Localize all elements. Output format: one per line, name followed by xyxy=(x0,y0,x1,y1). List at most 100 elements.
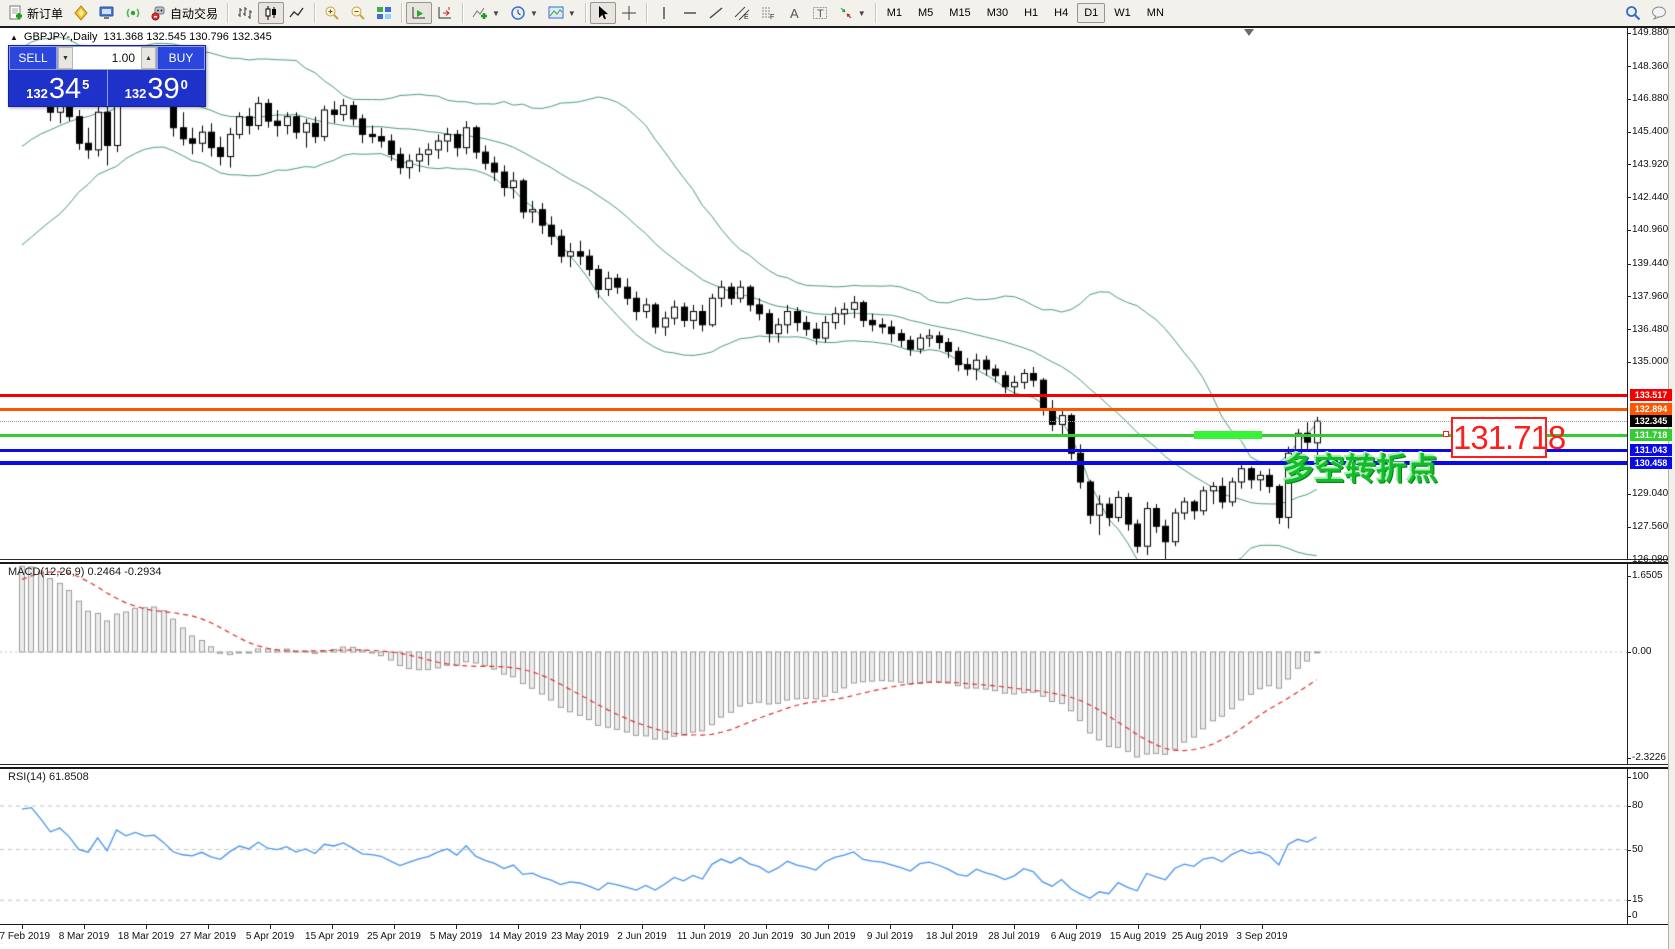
date-tick-label: 25 Apr 2019 xyxy=(367,931,421,942)
date-tick-mark xyxy=(642,925,643,929)
auto-scroll-button[interactable] xyxy=(406,2,432,24)
fibonacci-button[interactable]: F xyxy=(755,2,781,24)
volume-increase-button[interactable]: ▲ xyxy=(141,47,156,69)
price-tick-mark xyxy=(1627,527,1631,528)
timeframe-h4-button[interactable]: H4 xyxy=(1047,3,1075,23)
tile-windows-button[interactable] xyxy=(371,2,397,24)
callout-anchor[interactable] xyxy=(1443,431,1449,437)
price-tick-mark xyxy=(1627,264,1631,265)
broadcast-button[interactable] xyxy=(120,2,146,24)
rsi-label: RSI(14) 61.8508 xyxy=(8,771,89,783)
price-tick-mark xyxy=(1627,230,1631,231)
turning-point-note[interactable]: 多空转折点 xyxy=(1283,444,1438,489)
periods-button[interactable]: ▼ xyxy=(505,2,543,24)
toolbar-separator xyxy=(646,3,647,23)
sell-button[interactable]: SELL xyxy=(9,46,57,70)
volume-input[interactable]: 1.00 xyxy=(73,47,141,69)
timeframe-w1-button[interactable]: W1 xyxy=(1107,3,1138,23)
date-tick-mark xyxy=(394,925,395,929)
sell-price[interactable]: 132 34 5 xyxy=(9,70,108,106)
toolbar-separator xyxy=(585,3,586,23)
auto-trading-button[interactable]: 自动交易 xyxy=(146,2,223,24)
timeframe-m15-button[interactable]: M15 xyxy=(942,3,977,23)
timeframe-d1-button[interactable]: D1 xyxy=(1077,3,1105,23)
date-tick-mark xyxy=(518,925,519,929)
price-level-badge: 133.517 xyxy=(1630,389,1672,401)
rsi-tick-mark xyxy=(1627,916,1631,917)
collapse-panel-icon[interactable]: ▲ xyxy=(10,33,18,42)
price-tick-label: 145.400 xyxy=(1632,126,1668,137)
arrows-button[interactable]: ▼ xyxy=(833,2,871,24)
templates-button[interactable]: ▼ xyxy=(543,2,581,24)
volume-decrease-button[interactable]: ▼ xyxy=(58,47,73,69)
symbol-header: ▲ GBPJPY-,Daily 131.368 132.545 130.796 … xyxy=(10,31,272,43)
date-tick-mark xyxy=(1014,925,1015,929)
timeframe-h1-button[interactable]: H1 xyxy=(1017,3,1045,23)
chart-shift-button[interactable] xyxy=(432,2,458,24)
macd-tick-label: 0.00 xyxy=(1632,646,1651,657)
buy-price-pips: 39 xyxy=(147,75,179,104)
macd-tick-mark xyxy=(1627,576,1631,577)
editor-button[interactable] xyxy=(68,2,94,24)
new-order-button[interactable]: 新订单 xyxy=(3,2,68,24)
buy-price[interactable]: 132 39 0 xyxy=(108,70,206,106)
new-order-label: 新订单 xyxy=(27,5,63,22)
horizontal-level-line[interactable] xyxy=(0,434,1627,437)
vertical-line-button[interactable] xyxy=(651,2,677,24)
chat-icon[interactable] xyxy=(1651,5,1667,21)
main-macd-separator[interactable] xyxy=(0,559,1675,564)
timeframe-m5-button[interactable]: M5 xyxy=(911,3,940,23)
indicators-button[interactable]: ▼ xyxy=(467,2,505,24)
chart-shift-marker[interactable] xyxy=(1244,29,1254,36)
sell-price-figure: 132 xyxy=(26,86,48,101)
auto-trading-icon xyxy=(151,5,167,21)
price-callout-label[interactable]: 131.718 xyxy=(1451,417,1547,458)
equidistant-channel-button[interactable]: E xyxy=(729,2,755,24)
chevron-down-icon: ▼ xyxy=(568,9,576,18)
rsi-tick-mark xyxy=(1627,900,1631,901)
cursor-button[interactable] xyxy=(590,2,616,24)
price-tick-mark xyxy=(1627,33,1631,34)
buy-button[interactable]: BUY xyxy=(157,46,205,70)
macd-rsi-separator[interactable] xyxy=(0,764,1675,769)
terminal-button[interactable] xyxy=(94,2,120,24)
date-tick-mark xyxy=(890,925,891,929)
date-tick-label: 25 Aug 2019 xyxy=(1172,931,1228,942)
price-tick-mark xyxy=(1627,66,1631,67)
rsi-tick-label: 50 xyxy=(1632,844,1643,855)
date-tick-mark xyxy=(456,925,457,929)
price-tick-label: 139.440 xyxy=(1632,258,1668,269)
text-label-button[interactable]: T xyxy=(807,2,833,24)
candlestick-chart-button[interactable] xyxy=(258,2,284,24)
date-tick-label: 11 Jun 2019 xyxy=(677,931,731,942)
sell-price-pips: 34 xyxy=(49,75,81,104)
price-tick-label: 135.000 xyxy=(1632,356,1668,367)
horizontal-level-line[interactable] xyxy=(0,408,1627,411)
price-level-badge: 132.894 xyxy=(1630,403,1672,415)
crosshair-button[interactable] xyxy=(616,2,642,24)
timeframe-m30-button[interactable]: M30 xyxy=(980,3,1015,23)
highlight-segment[interactable] xyxy=(1194,431,1262,439)
horizontal-line-button[interactable] xyxy=(677,2,703,24)
bar-chart-button[interactable] xyxy=(232,2,258,24)
date-tick-mark xyxy=(828,925,829,929)
timeframe-m1-button[interactable]: M1 xyxy=(880,3,909,23)
price-level-badge: 131.043 xyxy=(1630,444,1672,456)
equidistant-channel-icon: E xyxy=(734,5,750,21)
zoom-in-button[interactable] xyxy=(319,2,345,24)
line-chart-button[interactable] xyxy=(284,2,310,24)
date-tick-mark xyxy=(22,925,23,929)
trendline-button[interactable] xyxy=(703,2,729,24)
date-tick-label: 27 Mar 2019 xyxy=(180,931,236,942)
horizontal-level-line[interactable] xyxy=(0,394,1627,397)
macd-tick-label: 1.6505 xyxy=(1632,570,1663,581)
text-button[interactable]: A xyxy=(781,2,807,24)
zoom-out-button[interactable] xyxy=(345,2,371,24)
date-tick-label: 5 May 2019 xyxy=(430,931,482,942)
search-icon[interactable] xyxy=(1625,5,1641,21)
terminal-icon xyxy=(99,5,115,21)
auto-trading-label: 自动交易 xyxy=(170,5,218,22)
timeframe-mn-button[interactable]: MN xyxy=(1140,3,1171,23)
broadcast-icon xyxy=(125,5,141,21)
toolbar-bottom-border xyxy=(0,26,1675,28)
